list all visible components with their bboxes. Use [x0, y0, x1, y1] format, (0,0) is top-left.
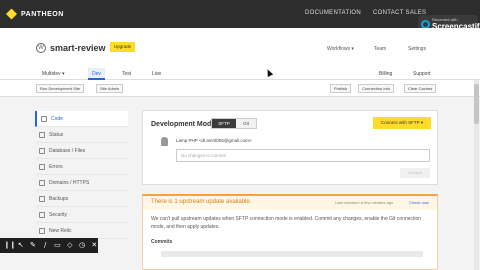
tab-live[interactable]: Live	[148, 68, 165, 80]
code-icon	[41, 116, 47, 122]
sidebar-item-errors[interactable]: Errors	[35, 159, 128, 175]
sidebar-item-new-relic[interactable]: New Relic	[35, 223, 128, 239]
site-header: W smart-review Upgrade Workflows ▾ Team …	[0, 28, 480, 80]
sftp-mode-button[interactable]: SFTP	[212, 119, 236, 128]
sidebar-item-label: Domains / HTTPS	[49, 180, 90, 186]
workflows-dropdown[interactable]: Workflows ▾	[327, 46, 354, 52]
erase-icon[interactable]: ◇	[66, 241, 73, 250]
sidebar-item-label: Status	[49, 132, 64, 138]
connection-info-button[interactable]: Connection Info	[358, 84, 395, 93]
last-checked-text: Last checked: a few minutes ago	[335, 200, 394, 205]
sidebar-item-label: Database / Files	[49, 148, 86, 154]
highlighter-icon[interactable]: /	[42, 241, 49, 250]
commit-list-item	[161, 251, 423, 257]
top-navigation-bar: PANTHEON DOCUMENTATION CONTACT SALES	[0, 0, 480, 28]
wordpress-icon: W	[36, 43, 46, 53]
connect-with-sftp-button[interactable]: Connect with SFTP ▾	[373, 117, 431, 129]
notice-body: We can't pull upstream updates when SFTP…	[151, 216, 422, 230]
pantheon-logo-icon	[6, 8, 17, 20]
site-name: smart-review	[50, 43, 106, 53]
sidebar-item-code[interactable]: Code	[35, 111, 128, 127]
page-scrollbar[interactable]	[474, 80, 479, 270]
timer-icon[interactable]: ◷	[78, 241, 85, 250]
sidebar-item-status[interactable]: Status	[35, 127, 128, 143]
documentation-link[interactable]: DOCUMENTATION	[305, 10, 361, 16]
clear-caches-button[interactable]: Clear Caches	[404, 84, 437, 93]
upstream-update-notice: There is 1 upstream update available. La…	[142, 194, 438, 270]
code-panel: Development Mode SFTP Git Connect with S…	[142, 110, 438, 185]
user-avatar-icon	[161, 137, 168, 146]
pantheon-logo[interactable]: PANTHEON	[6, 8, 64, 20]
pause-icon[interactable]: ❙❙	[4, 241, 16, 250]
rectangle-icon[interactable]: ▭	[54, 241, 61, 250]
pointer-icon[interactable]: ↖	[17, 241, 24, 250]
new-relic-icon	[39, 228, 45, 234]
settings-link[interactable]: Settings	[408, 46, 426, 52]
site-admin-button[interactable]: Site Admin	[96, 84, 124, 93]
connection-mode-toggle: SFTP Git	[211, 118, 257, 129]
tab-multidev[interactable]: Multidev ▾	[38, 68, 69, 80]
commit-button[interactable]: Commit	[400, 168, 430, 178]
sidebar-item-label: Errors	[49, 164, 63, 170]
close-icon[interactable]: ✕	[91, 241, 98, 250]
sidebar-item-label: New Relic	[49, 228, 72, 234]
sidebar-item-security[interactable]: Security	[35, 207, 128, 223]
run-development-site-button[interactable]: Run Development Site	[36, 84, 85, 93]
domains-icon	[39, 180, 45, 186]
notice-title: There is 1 upstream update available.	[151, 199, 252, 205]
tab-dev[interactable]: Dev	[88, 68, 105, 80]
pen-icon[interactable]: ✎	[29, 241, 36, 250]
upgrade-button[interactable]: Upgrade	[110, 42, 135, 52]
annotation-toolbar: ❙❙ ↖ ✎ / ▭ ◇ ◷ ✕	[0, 238, 98, 253]
tab-support[interactable]: Support	[409, 68, 435, 80]
environment-sidebar: Code Status Database / Files Errors Doma…	[35, 111, 128, 239]
scrollbar-thumb[interactable]	[474, 84, 479, 124]
sidebar-item-backups[interactable]: Backups	[35, 191, 128, 207]
git-mode-button[interactable]: Git	[236, 119, 256, 128]
backups-icon	[39, 196, 45, 202]
sidebar-item-label: Backups	[49, 196, 69, 202]
sidebar-item-label: Security	[49, 212, 68, 218]
security-icon	[39, 212, 45, 218]
sidebar-item-label: Code	[51, 116, 63, 122]
environment-toolbar: Run Development Site Site Admin Publish …	[0, 80, 480, 97]
commits-heading: Commits	[151, 239, 173, 245]
status-icon	[39, 132, 45, 138]
errors-icon	[39, 164, 45, 170]
database-icon	[39, 148, 45, 154]
check-now-link[interactable]: Check now	[409, 200, 429, 205]
notice-header: There is 1 upstream update available. La…	[143, 196, 437, 210]
publish-button[interactable]: Publish	[330, 84, 352, 93]
commit-message-input[interactable]: No changes to commit	[176, 149, 430, 162]
sidebar-item-database-files[interactable]: Database / Files	[35, 143, 128, 159]
logo-text: PANTHEON	[21, 10, 64, 18]
development-mode-title: Development Mode	[151, 121, 216, 128]
team-link[interactable]: Team	[374, 46, 386, 52]
sidebar-item-domains[interactable]: Domains / HTTPS	[35, 175, 128, 191]
tab-billing[interactable]: Billing	[375, 68, 396, 80]
commit-author: Lamp PHP <dl.amrit005@gmail.com>	[176, 138, 252, 143]
tab-test[interactable]: Test	[118, 68, 135, 80]
